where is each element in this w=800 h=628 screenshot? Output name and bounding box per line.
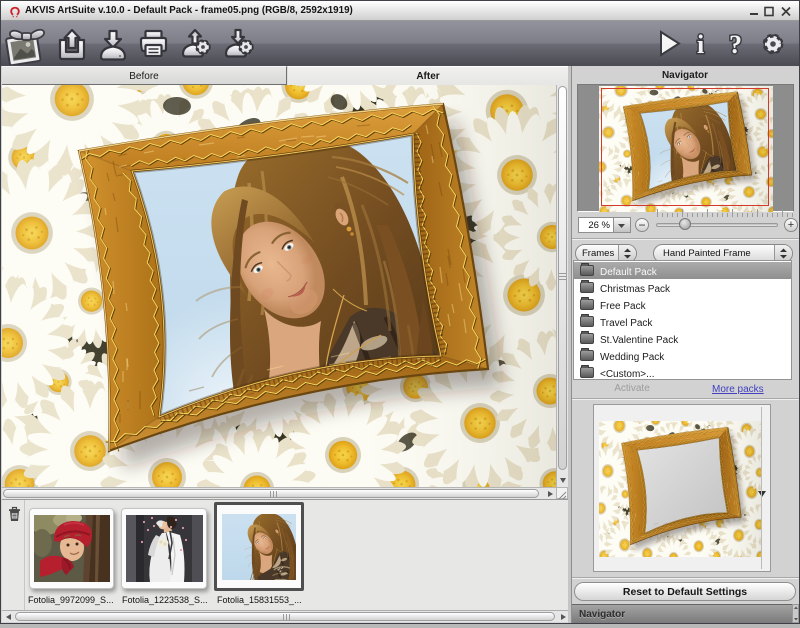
svg-text:?: ? xyxy=(729,30,742,58)
svg-text:i: i xyxy=(697,30,704,58)
